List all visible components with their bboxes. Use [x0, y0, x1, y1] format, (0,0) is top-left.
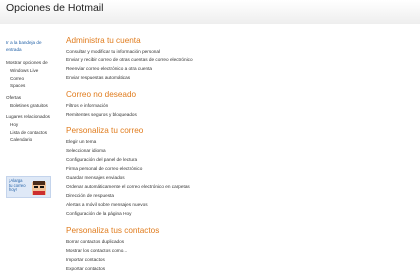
sidebar: Ir a la bandeja de entrada Mostrar opcio…: [0, 24, 58, 280]
sidebar-group-label: Lugares relacionados: [6, 114, 50, 119]
sidebar-item-spaces[interactable]: Spaces: [6, 82, 56, 90]
option-link[interactable]: Mostrar los contactos como...: [66, 248, 127, 253]
option-link[interactable]: Ordenar automáticamente el correo electr…: [66, 184, 190, 189]
option-link[interactable]: Dirección de respuesta: [66, 193, 114, 198]
sidebar-item-calendar[interactable]: Calendario: [6, 136, 56, 144]
header-bar: Opciones de Hotmail: [0, 0, 420, 24]
sidebar-group-show-options: Mostrar opciones de Windows Live Correo …: [6, 59, 56, 90]
section-title-customize-mail: Personaliza tu correo: [66, 126, 144, 135]
option-link[interactable]: Guardar mensajes enviados: [66, 175, 125, 180]
promo-text: ¡Alarga tu correo hoy!: [9, 178, 26, 193]
sidebar-group-related: Lugares relacionados Hoy Lista de contac…: [6, 113, 56, 144]
option-link[interactable]: Consultar y modificar tu información per…: [66, 49, 160, 54]
option-link[interactable]: Elegir un tema: [66, 139, 96, 144]
section-title-customize-contacts: Personaliza tus contactos: [66, 226, 160, 235]
option-link[interactable]: Borrar contactos duplicados: [66, 239, 124, 244]
section-title-junk: Correo no deseado: [66, 90, 137, 99]
inbox-link[interactable]: Ir a la bandeja de entrada: [6, 40, 52, 53]
option-link[interactable]: Alertas a móvil sobre mensajes nuevos: [66, 202, 148, 207]
section-title-account: Administra tu cuenta: [66, 36, 141, 45]
option-link[interactable]: Remitentes seguros y bloqueados: [66, 112, 137, 117]
sidebar-item-correo[interactable]: Correo: [6, 75, 56, 83]
option-link[interactable]: Enviar respuestas automáticas: [66, 75, 130, 80]
promo-banner[interactable]: ¡Alarga tu correo hoy!: [6, 176, 51, 198]
option-link[interactable]: Reenviar correo electrónico a otra cuent…: [66, 66, 152, 71]
sidebar-item-contact-list[interactable]: Lista de contactos: [6, 129, 56, 137]
sidebar-group-label: Ofertas: [6, 95, 22, 100]
sidebar-group-offers: Ofertas Boletines gratuitos: [6, 94, 56, 110]
sidebar-group-label: Mostrar opciones de: [6, 60, 48, 65]
sidebar-item-windows-live[interactable]: Windows Live: [6, 67, 56, 75]
page-title: Opciones de Hotmail: [6, 2, 104, 14]
option-link[interactable]: Firma personal de correo electrónico: [66, 166, 142, 171]
option-link[interactable]: Importar contactos: [66, 257, 105, 262]
option-link[interactable]: Configuración del panel de lectura: [66, 157, 137, 162]
option-link[interactable]: Enviar y recibir correo de otras cuentas…: [66, 57, 193, 62]
option-link[interactable]: Exportar contactos: [66, 266, 105, 271]
option-link[interactable]: Configuración de la página Hoy: [66, 211, 131, 216]
promo-figure-icon: [32, 181, 46, 195]
option-link[interactable]: Seleccionar idioma: [66, 148, 106, 153]
option-link[interactable]: Filtros e información: [66, 103, 108, 108]
sidebar-item-newsletters[interactable]: Boletines gratuitos: [6, 102, 56, 110]
sidebar-item-hoy[interactable]: Hoy: [6, 121, 56, 129]
